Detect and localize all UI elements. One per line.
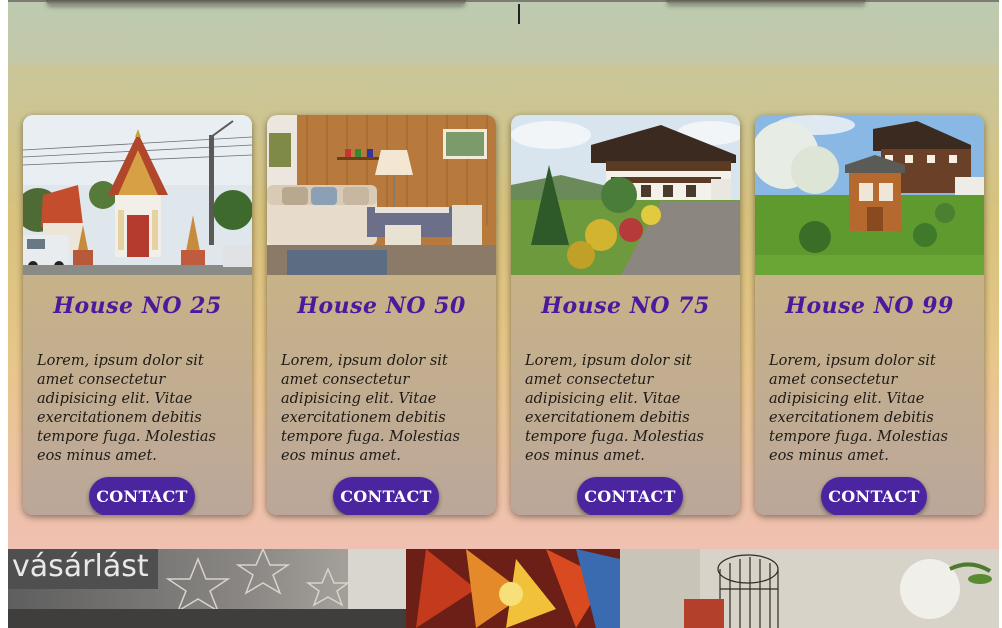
house-title: House NO 50: [297, 293, 466, 319]
temple-photo: [23, 115, 252, 275]
next-section-gallery: vásárlást: [8, 549, 999, 628]
garden-house-photo: [755, 115, 984, 275]
flower-photo: [406, 549, 620, 628]
birdcage-photo: [620, 549, 999, 628]
house-description: Lorem, ipsum dolor sit amet consectetur …: [769, 353, 948, 464]
contact-button[interactable]: CONTACT: [821, 477, 927, 515]
contact-button[interactable]: CONTACT: [577, 477, 683, 515]
house-description: Lorem, ipsum dolor sit amet consectetur …: [281, 353, 460, 464]
house-card: House NO 75 Lorem, ipsum dolor sit amet …: [511, 115, 740, 515]
houses-section: House NO 25 Lorem, ipsum dolor sit amet …: [8, 74, 999, 549]
previous-card-edge: [46, 0, 466, 5]
house-card: House NO 50 Lorem, ipsum dolor sit amet …: [267, 115, 496, 515]
house-description: Lorem, ipsum dolor sit amet consectetur …: [37, 353, 216, 464]
previous-section: [8, 0, 999, 74]
house-title: House NO 99: [785, 293, 954, 319]
chalet-house-photo: [511, 115, 740, 275]
shop-sign-text: vásárlást: [12, 549, 149, 584]
house-card: House NO 25 Lorem, ipsum dolor sit amet …: [23, 115, 252, 515]
text-cursor: [518, 4, 520, 24]
shop-photo: vásárlást: [8, 549, 406, 628]
contact-button[interactable]: CONTACT: [333, 477, 439, 515]
previous-button-edge: [666, 0, 866, 4]
house-description: Lorem, ipsum dolor sit amet consectetur …: [525, 353, 704, 464]
house-title: House NO 25: [53, 293, 222, 319]
house-card: House NO 99 Lorem, ipsum dolor sit amet …: [755, 115, 984, 515]
house-title: House NO 75: [541, 293, 710, 319]
page: House NO 25 Lorem, ipsum dolor sit amet …: [0, 0, 1002, 628]
contact-button[interactable]: CONTACT: [89, 477, 195, 515]
living-room-photo: [267, 115, 496, 275]
